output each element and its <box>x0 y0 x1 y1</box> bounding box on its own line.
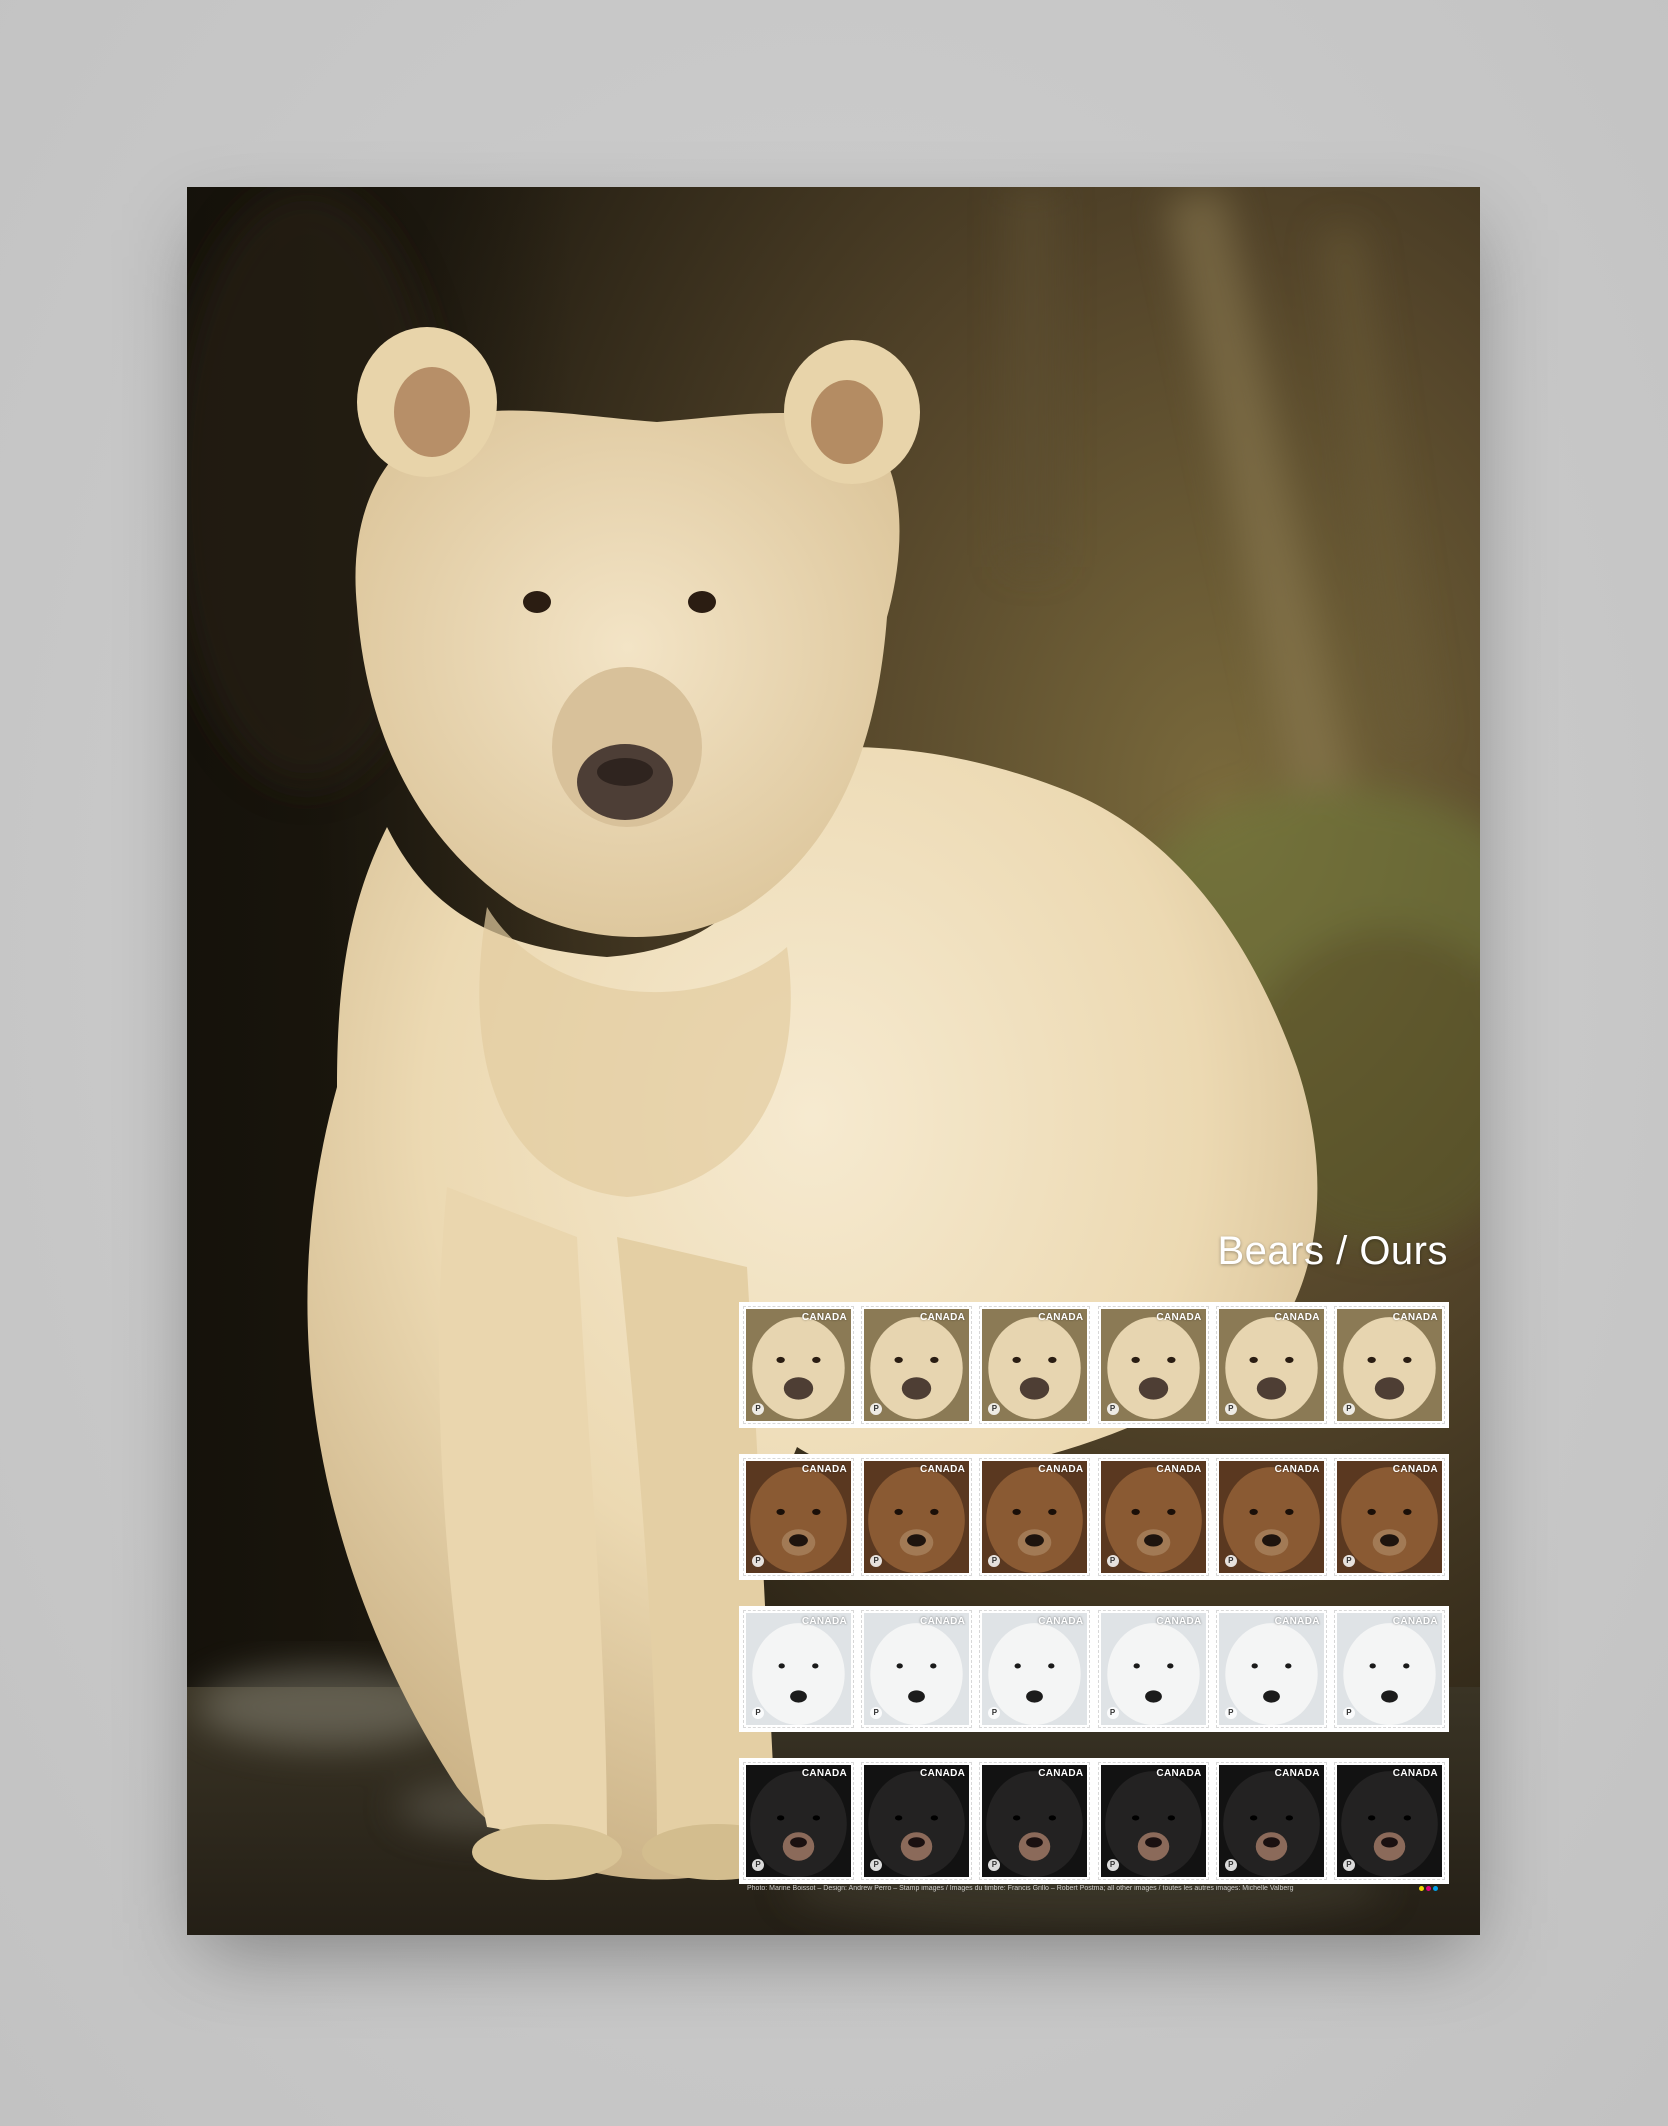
canada-post-permanent-icon: P <box>1342 1555 1355 1567</box>
canada-post-permanent-icon: P <box>1224 1707 1237 1719</box>
canada-post-permanent-icon: P <box>1106 1403 1119 1415</box>
stamp-black-bear: CANADA P <box>861 1762 973 1880</box>
stamp-spirit-bear: CANADA P <box>979 1306 1091 1424</box>
stamp-grizzly-bear: CANADA P <box>743 1458 854 1576</box>
canada-post-permanent-icon: P <box>752 1403 764 1415</box>
stamp-polar-bear: CANADA P <box>979 1610 1091 1728</box>
stamp-country-label: CANADA <box>1274 1768 1320 1779</box>
stamp-country-label: CANADA <box>1392 1616 1438 1627</box>
stamp-country-label: CANADA <box>1156 1464 1202 1475</box>
stamp-country-label: CANADA <box>801 1464 847 1475</box>
stamp-row-black-bear: CANADA P CANADA P CANADA P CANADA P CANA… <box>739 1758 1449 1884</box>
stamp-country-label: CANADA <box>1038 1768 1084 1779</box>
poster: Bears / Ours CANADA P CANADA P CANADA P … <box>187 187 1480 1935</box>
stamp-spirit-bear: CANADA P <box>743 1306 854 1424</box>
stamp-polar-bear: CANADA P <box>1097 1610 1209 1728</box>
stamp-grizzly-bear: CANADA P <box>1333 1458 1445 1576</box>
stamp-country-label: CANADA <box>1156 1312 1202 1323</box>
stamp-polar-bear: CANADA P <box>1215 1610 1327 1728</box>
stamp-row-spirit-bear: CANADA P CANADA P CANADA P CANADA P CANA… <box>739 1302 1449 1428</box>
stamp-country-label: CANADA <box>801 1616 847 1627</box>
stamp-grizzly-bear: CANADA P <box>1215 1458 1327 1576</box>
stamp-country-label: CANADA <box>920 1312 966 1323</box>
stamp-country-label: CANADA <box>920 1464 966 1475</box>
canada-post-permanent-icon: P <box>1106 1707 1119 1719</box>
stamp-country-label: CANADA <box>920 1616 966 1627</box>
stamp-country-label: CANADA <box>1392 1768 1438 1779</box>
stamp-spirit-bear: CANADA P <box>1215 1306 1327 1424</box>
stamp-row-polar-bear: CANADA P CANADA P CANADA P CANADA P CANA… <box>739 1606 1449 1732</box>
stamp-country-label: CANADA <box>1038 1616 1084 1627</box>
stamp-polar-bear: CANADA P <box>1333 1610 1445 1728</box>
stamp-black-bear: CANADA P <box>1215 1762 1327 1880</box>
canada-post-permanent-icon: P <box>1342 1707 1355 1719</box>
stamp-country-label: CANADA <box>1156 1768 1202 1779</box>
stamp-grizzly-bear: CANADA P <box>1097 1458 1209 1576</box>
stamp-country-label: CANADA <box>801 1768 847 1779</box>
stamp-row-grizzly-bear: CANADA P CANADA P CANADA P CANADA P CANA… <box>739 1454 1449 1580</box>
canada-post-permanent-icon: P <box>1342 1859 1355 1871</box>
canada-post-permanent-icon: P <box>1224 1555 1237 1567</box>
canada-post-permanent-icon: P <box>1224 1403 1237 1415</box>
stamp-country-label: CANADA <box>1274 1312 1320 1323</box>
stamp-spirit-bear: CANADA P <box>861 1306 973 1424</box>
poster-title: Bears / Ours <box>1217 1229 1448 1273</box>
stamp-grizzly-bear: CANADA P <box>861 1458 973 1576</box>
photo-credits: Photo: Marine Boissot – Design: Andrew P… <box>747 1885 1294 1892</box>
canada-post-permanent-icon: P <box>752 1859 764 1871</box>
stamp-country-label: CANADA <box>1392 1464 1438 1475</box>
canada-post-permanent-icon: P <box>1224 1859 1237 1871</box>
stamp-spirit-bear: CANADA P <box>1333 1306 1445 1424</box>
canada-post-permanent-icon: P <box>752 1707 764 1719</box>
stamp-black-bear: CANADA P <box>1097 1762 1209 1880</box>
canada-post-permanent-icon: P <box>1106 1555 1119 1567</box>
stamp-country-label: CANADA <box>1274 1464 1320 1475</box>
stamp-country-label: CANADA <box>1274 1616 1320 1627</box>
stamp-polar-bear: CANADA P <box>743 1610 854 1728</box>
canada-post-permanent-icon: P <box>752 1555 764 1567</box>
stamp-country-label: CANADA <box>1156 1616 1202 1627</box>
canada-post-permanent-icon: P <box>1342 1403 1355 1415</box>
stamp-polar-bear: CANADA P <box>861 1610 973 1728</box>
stamp-country-label: CANADA <box>1038 1312 1084 1323</box>
stamp-country-label: CANADA <box>920 1768 966 1779</box>
stamp-country-label: CANADA <box>1392 1312 1438 1323</box>
stamp-grizzly-bear: CANADA P <box>979 1458 1091 1576</box>
stamp-black-bear: CANADA P <box>743 1762 854 1880</box>
stamp-sheet: CANADA P CANADA P CANADA P CANADA P CANA… <box>739 1302 1449 1910</box>
stamp-spirit-bear: CANADA P <box>1097 1306 1209 1424</box>
stamp-country-label: CANADA <box>801 1312 847 1323</box>
stamp-black-bear: CANADA P <box>1333 1762 1445 1880</box>
canada-post-permanent-icon: P <box>1106 1859 1119 1871</box>
stamp-country-label: CANADA <box>1038 1464 1084 1475</box>
stamp-black-bear: CANADA P <box>979 1762 1091 1880</box>
print-registration-marks <box>1419 1886 1438 1891</box>
